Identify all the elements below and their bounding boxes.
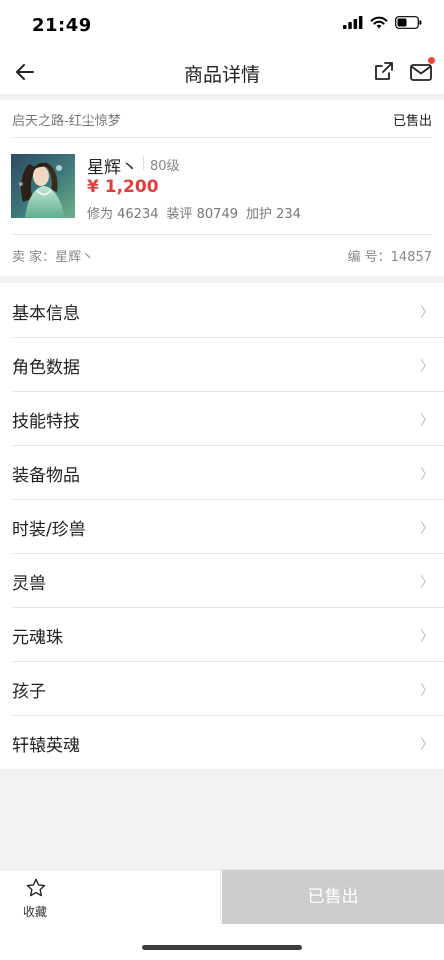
game-server-name: 启天之路-红尘惊梦 bbox=[12, 114, 121, 129]
chevron-right-icon: 〉 bbox=[420, 413, 434, 429]
divider bbox=[12, 234, 432, 235]
listing-id: 编 号：14857 bbox=[347, 250, 433, 265]
nav-bar: 商品详情 bbox=[0, 50, 444, 94]
star-icon bbox=[26, 878, 46, 897]
menu-item-label: 轩辕英魂 bbox=[12, 736, 80, 756]
stat-equipment-score: 装评 80749 bbox=[166, 207, 239, 222]
chevron-right-icon: 〉 bbox=[420, 467, 434, 483]
bottom-action-bar: 收藏 已售出 bbox=[0, 869, 444, 924]
chevron-right-icon: 〉 bbox=[420, 683, 434, 699]
home-indicator[interactable] bbox=[142, 945, 302, 950]
character-level: 80级 bbox=[150, 159, 180, 174]
detail-menu-list: 基本信息 〉 角色数据 〉 技能特技 〉 装备物品 〉 时装/珍兽 〉 灵兽 〉… bbox=[0, 283, 444, 769]
chevron-right-icon: 〉 bbox=[420, 575, 434, 591]
divider bbox=[12, 137, 432, 138]
share-icon[interactable] bbox=[373, 60, 395, 82]
menu-item-skills[interactable]: 技能特技 〉 bbox=[0, 391, 444, 445]
chevron-right-icon: 〉 bbox=[420, 305, 434, 321]
signal-icon bbox=[343, 16, 363, 29]
menu-item-label: 角色数据 bbox=[12, 358, 80, 378]
notification-dot bbox=[428, 57, 435, 64]
menu-item-spirit-beast[interactable]: 灵兽 〉 bbox=[0, 553, 444, 607]
wifi-icon bbox=[370, 16, 388, 29]
level-separator bbox=[143, 156, 144, 170]
seller-info: 卖 家：星辉丶 bbox=[12, 250, 95, 265]
chevron-right-icon: 〉 bbox=[420, 629, 434, 645]
sold-out-button: 已售出 bbox=[222, 870, 444, 924]
chevron-right-icon: 〉 bbox=[420, 359, 434, 375]
home-indicator-area bbox=[0, 924, 444, 960]
status-icons bbox=[343, 16, 422, 29]
favorite-label: 收藏 bbox=[23, 905, 48, 919]
menu-item-label: 技能特技 bbox=[12, 412, 80, 432]
chevron-right-icon: 〉 bbox=[420, 521, 434, 537]
menu-item-label: 时装/珍兽 bbox=[12, 520, 86, 540]
status-bar: 21:49 bbox=[0, 0, 444, 50]
menu-item-children[interactable]: 孩子 〉 bbox=[0, 661, 444, 715]
menu-item-soul-orb[interactable]: 元魂珠 〉 bbox=[0, 607, 444, 661]
stat-cultivation: 修为 46234 bbox=[87, 207, 159, 222]
character-name: 星辉丶 bbox=[87, 158, 138, 178]
chevron-right-icon: 〉 bbox=[420, 737, 434, 753]
menu-item-label: 基本信息 bbox=[12, 304, 80, 324]
menu-item-equipment[interactable]: 装备物品 〉 bbox=[0, 445, 444, 499]
menu-item-xuanyuan-soul[interactable]: 轩辕英魂 〉 bbox=[0, 715, 444, 769]
menu-item-label: 元魂珠 bbox=[12, 628, 63, 648]
character-stats: 修为 46234 装评 80749 加护 234 bbox=[87, 203, 309, 222]
price: ¥ 1,200 bbox=[87, 177, 159, 197]
menu-item-character-data[interactable]: 角色数据 〉 bbox=[0, 337, 444, 391]
status-badge: 已售出 bbox=[392, 114, 432, 129]
stat-protection: 加护 234 bbox=[246, 207, 301, 222]
battery-icon bbox=[395, 16, 422, 29]
menu-item-basic-info[interactable]: 基本信息 〉 bbox=[0, 283, 444, 337]
favorite-button[interactable]: 收藏 bbox=[0, 870, 221, 924]
menu-item-label: 孩子 bbox=[12, 682, 46, 702]
menu-item-label: 灵兽 bbox=[12, 574, 46, 594]
menu-item-label: 装备物品 bbox=[12, 466, 80, 486]
character-avatar bbox=[11, 154, 75, 218]
product-card: 启天之路-红尘惊梦 已售出 星辉丶 80级 ¥ 1,200 修为 46234 装… bbox=[0, 100, 444, 276]
status-time: 21:49 bbox=[32, 15, 92, 36]
menu-item-fashion-pets[interactable]: 时装/珍兽 〉 bbox=[0, 499, 444, 553]
